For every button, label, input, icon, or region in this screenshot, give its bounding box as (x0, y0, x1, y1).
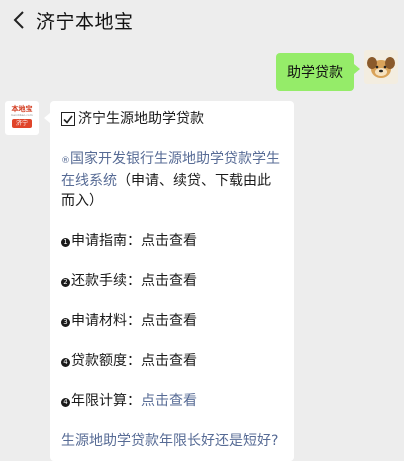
outgoing-message: 助学贷款 (276, 50, 398, 91)
item-repayment: 2 还款手续：点击查看 (61, 271, 284, 291)
official-account-avatar[interactable]: 本地宝 bendibao.com 济宁 (5, 101, 39, 135)
number-marker: 2 (61, 278, 70, 287)
item-label: 还款手续： (71, 273, 141, 289)
intro-paragraph: ®国家开发银行生源地助学贷款学生在线系统（申请、续贷、下载由此而入） (61, 149, 284, 211)
item-label: 贷款额度： (71, 353, 141, 369)
outgoing-bubble[interactable]: 助学贷款 (276, 53, 360, 91)
number-marker: 1 (61, 238, 70, 247)
view-link[interactable]: 点击查看 (141, 313, 197, 329)
item-label: 申请材料： (71, 313, 141, 329)
item-label: 申请指南： (71, 233, 141, 249)
user-avatar[interactable] (364, 50, 398, 84)
heading-text: 济宁生源地助学贷款 (78, 111, 204, 127)
avatar-logo: 本地宝 (11, 105, 33, 113)
avatar-city-badge: 济宁 (11, 119, 32, 128)
message-heading: 济宁生源地助学贷款 (61, 109, 284, 129)
item-term-calc: 4 年限计算：点击查看 (61, 391, 284, 411)
number-marker: 4 (61, 358, 70, 367)
chevron-left-icon[interactable] (4, 5, 34, 35)
registered-mark: ® (61, 156, 70, 166)
item-apply-guide: 1 申请指南：点击查看 (61, 231, 284, 251)
number-marker: 4 (61, 398, 70, 407)
view-link[interactable]: 点击查看 (141, 353, 197, 369)
number-marker: 3 (61, 318, 70, 327)
related-article-link[interactable]: 生源地助学贷款年限长好还是短好? (61, 431, 284, 451)
item-loan-amount: 4 贷款额度：点击查看 (61, 351, 284, 371)
item-label: 年限计算： (71, 393, 141, 409)
view-link[interactable]: 点击查看 (141, 273, 197, 289)
dog-avatar-icon (364, 50, 398, 84)
chat-title: 济宁本地宝 (36, 10, 134, 33)
incoming-bubble: 济宁生源地助学贷款 ®国家开发银行生源地助学贷款学生在线系统（申请、续贷、下载由… (44, 101, 294, 461)
item-materials: 3 申请材料：点击查看 (61, 311, 284, 331)
top-bar: 济宁本地宝 (0, 0, 404, 40)
view-link[interactable]: 点击查看 (141, 233, 197, 249)
checkmark-box-icon (61, 112, 75, 126)
avatar-subtitle: bendibao.com (11, 113, 33, 117)
view-link[interactable]: 点击查看 (141, 393, 197, 409)
